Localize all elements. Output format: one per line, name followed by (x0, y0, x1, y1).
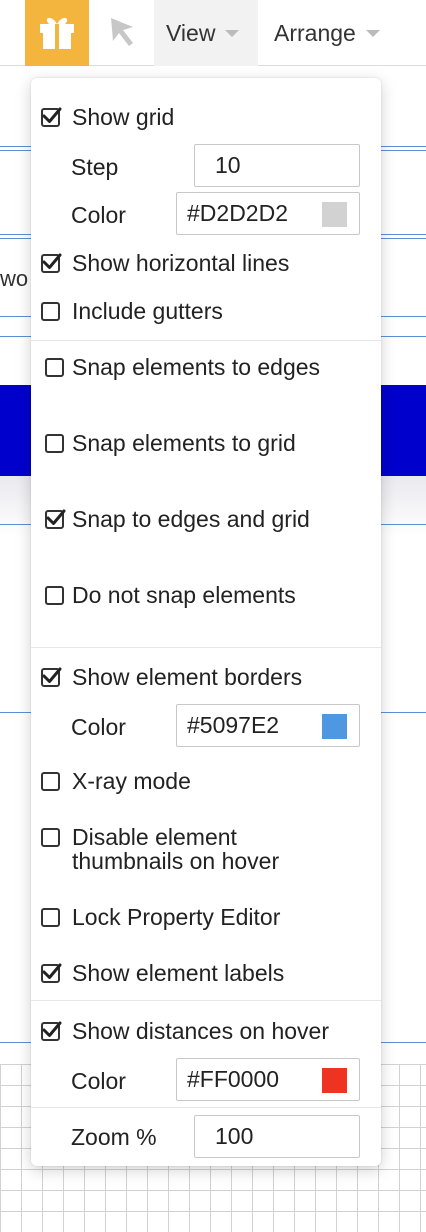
canvas-text: wo (0, 266, 29, 291)
view-menu-button[interactable]: View (154, 0, 258, 66)
pointer-tool-button[interactable] (100, 10, 144, 56)
gift-icon (37, 12, 77, 55)
grid-color-input[interactable]: #D2D2D2 (176, 192, 360, 235)
xray-option[interactable]: X-ray mode (41, 769, 391, 793)
distance-color-swatch[interactable] (322, 1068, 347, 1093)
disable-thumbnails-checkbox[interactable] (41, 828, 60, 847)
show-horizontal-lines-checkbox[interactable] (41, 253, 62, 273)
show-horizontal-lines-option[interactable]: Show horizontal lines (41, 251, 391, 275)
show-grid-checkbox[interactable] (41, 107, 62, 127)
snap-grid-radio[interactable] (45, 433, 64, 453)
zoom-input[interactable]: 100 (194, 1115, 360, 1158)
snap-edges-option[interactable]: Snap elements to edges (45, 355, 395, 379)
zoom-value: 100 (215, 1123, 254, 1149)
arrange-menu-label: Arrange (274, 19, 356, 46)
menu-divider (31, 647, 381, 648)
disable-thumbnails-label-line2: thumbnails on hover (72, 848, 280, 874)
grid-color-value: #D2D2D2 (187, 200, 288, 226)
chevron-down-icon (365, 29, 380, 37)
distance-color-input[interactable]: #FF0000 (176, 1058, 360, 1101)
show-grid-label: Show grid (72, 104, 175, 130)
grid-color-swatch[interactable] (322, 202, 347, 227)
show-horizontal-lines-label: Show horizontal lines (72, 250, 290, 276)
show-distances-checkbox[interactable] (41, 1021, 62, 1041)
menu-divider (31, 340, 381, 341)
step-value: 10 (215, 152, 241, 178)
snap-grid-label: Snap elements to grid (72, 430, 296, 456)
distance-color-value: #FF0000 (187, 1066, 280, 1092)
include-gutters-checkbox[interactable] (41, 301, 60, 321)
xray-checkbox[interactable] (41, 771, 60, 791)
step-label: Step (71, 154, 119, 180)
show-labels-checkbox[interactable] (41, 963, 62, 983)
lock-editor-checkbox[interactable] (41, 907, 60, 927)
snap-edges-label: Snap elements to edges (72, 354, 321, 380)
border-color-value: #5097E2 (187, 712, 280, 738)
menu-divider (31, 1107, 381, 1108)
lock-editor-option[interactable]: Lock Property Editor (41, 905, 391, 929)
disable-thumbnails-option[interactable]: Disable element thumbnails on hover (41, 825, 391, 873)
show-borders-label: Show element borders (72, 664, 303, 690)
menu-divider (31, 1000, 381, 1001)
show-labels-label: Show element labels (72, 960, 285, 986)
chevron-down-icon (225, 29, 240, 37)
show-borders-option[interactable]: Show element borders (41, 665, 391, 689)
xray-label: X-ray mode (72, 768, 191, 794)
pointer-icon (107, 15, 137, 52)
distance-color-label: Color (71, 1068, 126, 1094)
snap-edges-radio[interactable] (45, 357, 64, 377)
no-snap-radio[interactable] (45, 585, 64, 605)
show-distances-option[interactable]: Show distances on hover (41, 1019, 391, 1043)
border-color-swatch[interactable] (322, 714, 347, 739)
snap-edges-and-grid-option[interactable]: Snap to edges and grid (45, 507, 395, 531)
snap-edges-and-grid-radio[interactable] (45, 509, 66, 529)
disable-thumbnails-label-line1: Disable element (72, 824, 237, 850)
no-snap-option[interactable]: Do not snap elements (45, 583, 395, 607)
step-input[interactable]: 10 (194, 144, 360, 187)
include-gutters-option[interactable]: Include gutters (41, 299, 391, 323)
grid-color-label: Color (71, 202, 126, 228)
border-color-label: Color (71, 714, 126, 740)
snap-edges-and-grid-label: Snap to edges and grid (72, 506, 310, 532)
border-color-input[interactable]: #5097E2 (176, 704, 360, 747)
view-menu-label: View (166, 19, 216, 46)
show-grid-option[interactable]: Show grid (41, 105, 391, 129)
snap-grid-option[interactable]: Snap elements to grid (45, 431, 395, 455)
view-menu-dropdown: Show grid Step 10 Color #D2D2D2 Show hor… (31, 78, 381, 1166)
show-labels-option[interactable]: Show element labels (41, 961, 391, 985)
zoom-label: Zoom % (71, 1124, 157, 1150)
arrange-menu-button[interactable]: Arrange (262, 0, 402, 66)
gift-button[interactable] (25, 0, 89, 66)
show-borders-checkbox[interactable] (41, 667, 62, 687)
include-gutters-label: Include gutters (72, 298, 223, 324)
no-snap-label: Do not snap elements (72, 582, 296, 608)
disable-thumbnails-label: Disable element thumbnails on hover (72, 825, 279, 873)
lock-editor-label: Lock Property Editor (72, 904, 281, 930)
top-toolbar: View Arrange (0, 0, 426, 66)
show-distances-label: Show distances on hover (72, 1018, 329, 1044)
